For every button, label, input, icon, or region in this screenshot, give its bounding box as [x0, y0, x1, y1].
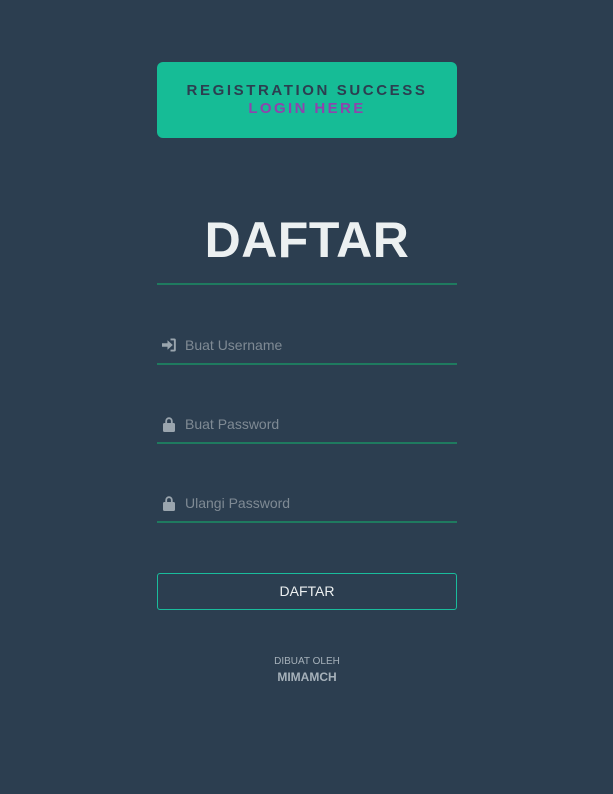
username-field	[157, 327, 457, 365]
page-title: DAFTAR	[204, 212, 410, 268]
username-input[interactable]	[185, 327, 453, 363]
alert-message: REGISTRATION SUCCESS	[186, 82, 428, 99]
lock-icon	[161, 416, 177, 432]
password-field	[157, 406, 457, 444]
lock-icon	[161, 495, 177, 511]
confirm-password-input[interactable]	[185, 485, 453, 521]
success-alert: REGISTRATION SUCCESS LOGIN HERE	[157, 62, 457, 138]
register-container: REGISTRATION SUCCESS LOGIN HERE DAFTAR B…	[157, 62, 457, 685]
credit-label: DIBUAT OLEH	[274, 656, 340, 667]
login-link[interactable]: LOGIN HERE	[157, 99, 457, 118]
password-input[interactable]	[185, 406, 453, 442]
register-button[interactable]: DAFTAR	[157, 573, 457, 610]
author-name: MIMAMCH	[277, 670, 337, 684]
confirm-password-field	[157, 485, 457, 523]
sign-in-icon	[161, 337, 177, 353]
footer: DIBUAT OLEH MIMAMCH	[157, 656, 457, 685]
form-heading: DAFTAR	[157, 212, 457, 285]
